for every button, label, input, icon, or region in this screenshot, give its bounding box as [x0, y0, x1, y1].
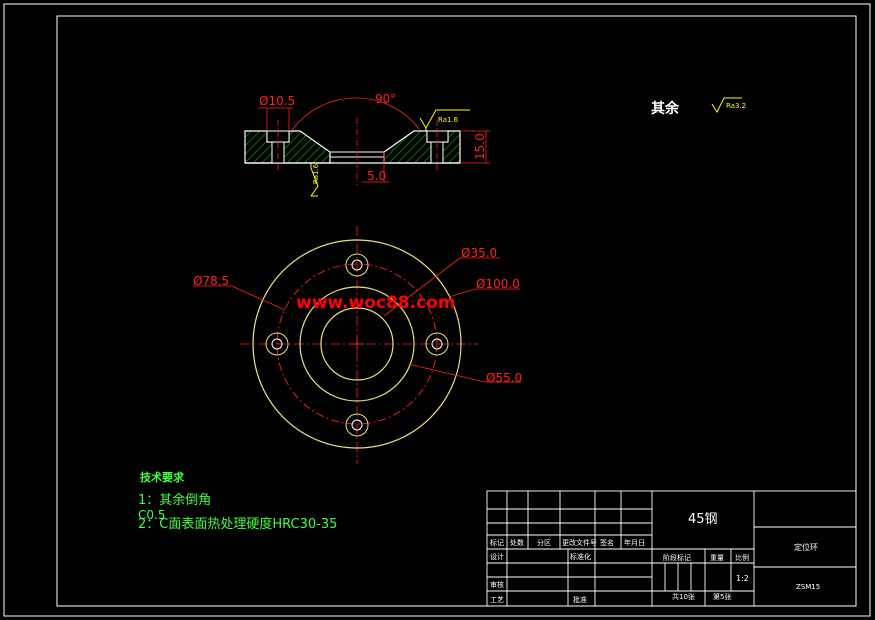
tb-review-label: 审核 — [490, 580, 504, 589]
tb-scale-label: 比例 — [735, 553, 749, 562]
material-label: 45钢 — [688, 512, 718, 527]
tb-design-label: 设计 — [490, 552, 504, 561]
svg-text:Ra1.6: Ra1.6 — [438, 116, 459, 124]
drawing-number: ZSM15 — [796, 583, 820, 591]
technical-requirements: 技术要求 1：其余倒角 C0.5 2：C面表面热处理硬度HRC30-35 — [138, 470, 337, 532]
roughness-symbol-left: Ra1.6 — [310, 163, 320, 197]
watermark: www.woc88.com — [296, 293, 456, 313]
counterbore-right — [426, 130, 449, 143]
tb-approve-label: 批准 — [573, 595, 587, 604]
title-block-text: 标记 处数 分区 更改文件号 签名 年月日 设计 审核 工艺 标准化 批准 45… — [490, 512, 820, 604]
tb-header-1: 处数 — [510, 538, 524, 547]
roughness-symbol-right: Ra1.6 — [419, 109, 470, 131]
dim-bolt-circle-diameter: Ø78.5 — [193, 274, 229, 288]
svg-text:Ra3.2: Ra3.2 — [726, 102, 746, 110]
tb-sheet-number: 第5张 — [713, 592, 731, 601]
tb-weight-label: 重量 — [710, 554, 724, 562]
tb-header-5: 年月日 — [624, 538, 645, 547]
part-name: 定位环 — [794, 542, 818, 552]
tb-process-label: 工艺 — [490, 596, 504, 604]
dim-depth: 5.0 — [367, 169, 386, 183]
tb-stage-label: 阶段标记 — [663, 553, 691, 562]
roughness-symbol-general: Ra3.2 — [711, 97, 746, 114]
dim-angle: 90° — [375, 92, 396, 106]
dim-hole-diameter: Ø10.5 — [259, 94, 295, 108]
tb-header-2: 分区 — [537, 538, 551, 547]
dim-height: 15.0 — [473, 133, 487, 160]
section-view: Ø10.5 90° 15.0 5.0 Ra1.6 Ra1.6 — [244, 92, 490, 197]
tb-scale-value: 1:2 — [736, 574, 749, 583]
tb-header-3: 更改文件号 — [562, 538, 597, 547]
dim-recess-diameter: Ø55.0 — [486, 371, 522, 385]
section-right-body — [383, 130, 461, 164]
tb-sheets-total: 共10张 — [672, 592, 695, 601]
tech-req-title: 技术要求 — [140, 470, 185, 484]
tb-header-4: 签名 — [600, 538, 614, 547]
other-surfaces-label: 其余 — [651, 100, 680, 117]
svg-text:Ra1.6: Ra1.6 — [312, 163, 320, 184]
tb-standard-label: 标准化 — [570, 552, 591, 561]
dim-bore-diameter: Ø35.0 — [461, 246, 497, 260]
tech-req-item-1: 1：其余倒角 — [138, 492, 211, 508]
tech-req-item-2: 2：C面表面热处理硬度HRC30-35 — [138, 516, 337, 532]
dim-outer-diameter: Ø100.0 — [476, 277, 520, 291]
plan-view: Ø35.0 Ø100.0 Ø78.5 Ø55.0 — [193, 226, 522, 464]
cad-drawing: Ø10.5 90° 15.0 5.0 Ra1.6 Ra1.6 其余 Ra3.2 — [3, 3, 871, 617]
tb-header-0: 标记 — [490, 538, 504, 547]
